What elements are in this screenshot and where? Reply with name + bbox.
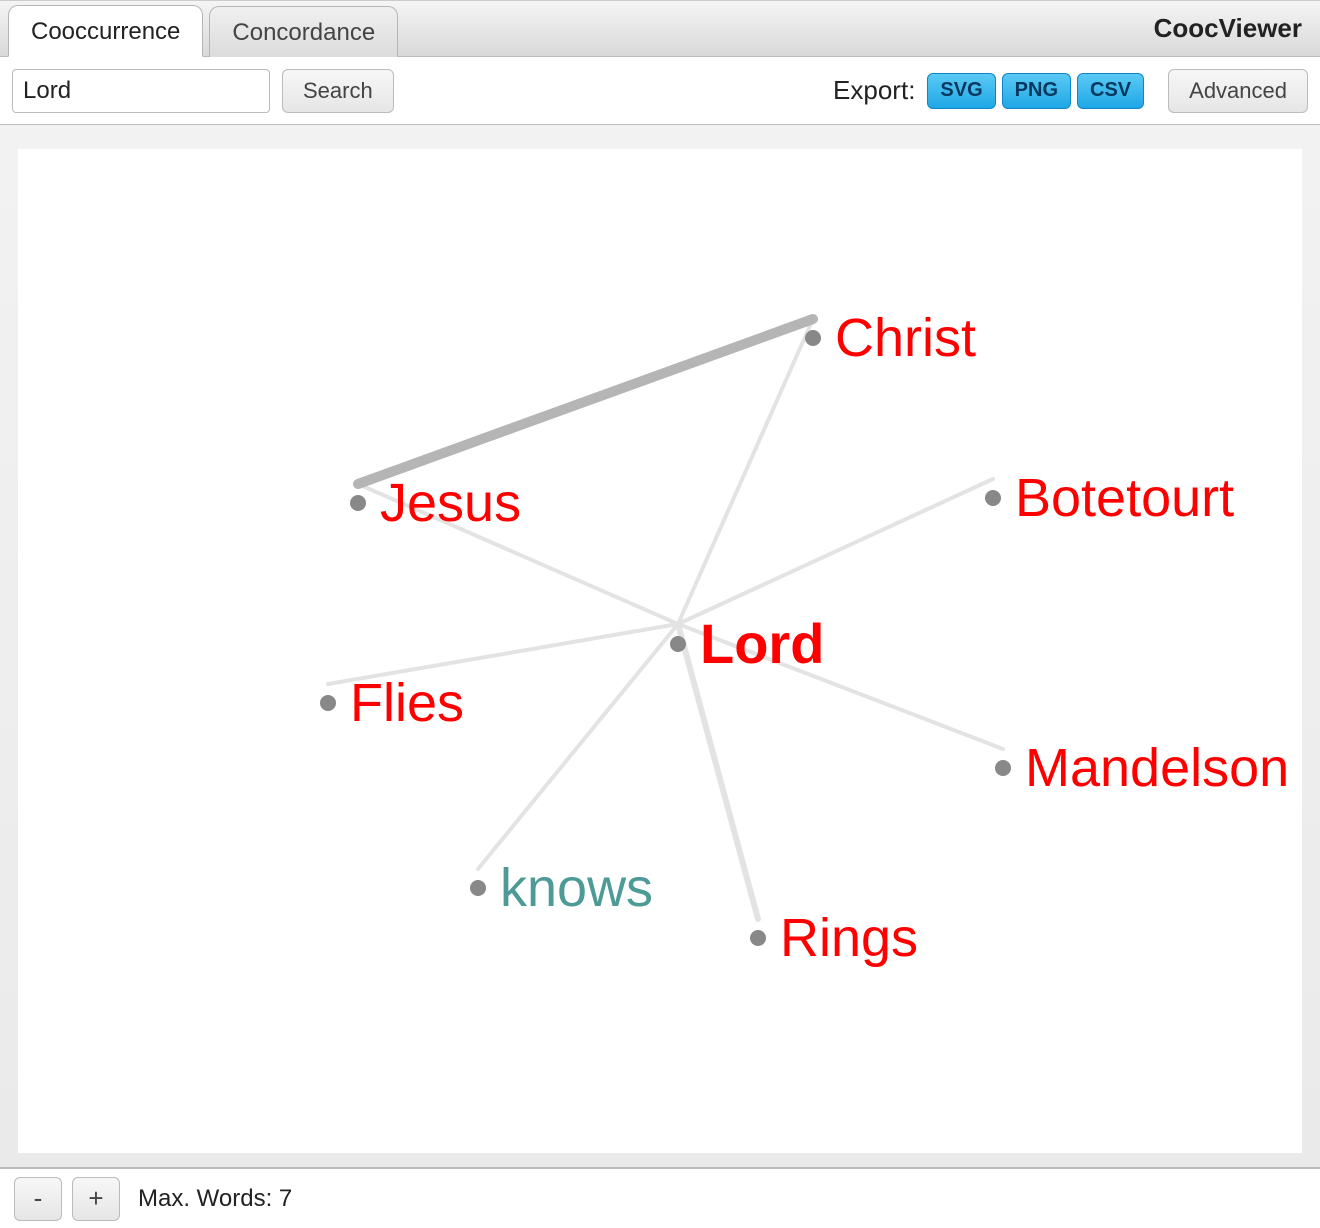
node-dot-icon: [995, 760, 1011, 776]
node-dot-icon: [750, 930, 766, 946]
search-input[interactable]: [12, 69, 270, 113]
export-csv-button[interactable]: CSV: [1077, 73, 1144, 109]
node-dot-icon: [670, 636, 686, 652]
export-svg-button[interactable]: SVG: [927, 73, 995, 109]
node-dot-icon: [320, 695, 336, 711]
graph-edge: [678, 479, 993, 624]
graph-node-jesus[interactable]: Jesus: [350, 476, 521, 530]
node-dot-icon: [985, 490, 1001, 506]
node-label: Christ: [835, 311, 976, 365]
graph-edge: [478, 624, 678, 869]
node-dot-icon: [350, 495, 366, 511]
node-label: knows: [500, 861, 653, 915]
node-dot-icon: [470, 880, 486, 896]
graph-node-rings[interactable]: Rings: [750, 911, 918, 965]
graph-node-knows[interactable]: knows: [470, 861, 653, 915]
max-words-label: Max. Words: 7: [138, 1185, 292, 1213]
node-label: Mandelson: [1025, 741, 1289, 795]
stage-wrap: Lord Christ Jesus Botetourt Flies Mandelson kn…: [0, 125, 1320, 1168]
tab-cooccurrence[interactable]: Cooccurrence: [8, 5, 203, 57]
app-root: Cooccurrence Concordance CoocViewer Sear…: [0, 0, 1320, 1228]
graph-edge: [358, 319, 813, 484]
graph-node-flies[interactable]: Flies: [320, 676, 464, 730]
export-png-button[interactable]: PNG: [1002, 73, 1071, 109]
graph-node-botetourt[interactable]: Botetourt: [985, 471, 1234, 525]
decrease-words-button[interactable]: -: [14, 1177, 62, 1221]
node-dot-icon: [805, 330, 821, 346]
node-label: Jesus: [380, 476, 521, 530]
app-brand: CoocViewer: [1154, 13, 1302, 44]
tab-bar: Cooccurrence Concordance CoocViewer: [0, 0, 1320, 57]
graph-node-lord[interactable]: Lord: [670, 616, 824, 672]
node-label: Rings: [780, 911, 918, 965]
node-label: Lord: [700, 616, 824, 672]
node-label: Flies: [350, 676, 464, 730]
graph-node-christ[interactable]: Christ: [805, 311, 976, 365]
graph-edges: [18, 149, 1302, 1153]
toolbar: Search Export: SVG PNG CSV Advanced: [0, 57, 1320, 125]
footer-bar: - + Max. Words: 7: [0, 1168, 1320, 1228]
increase-words-button[interactable]: +: [72, 1177, 120, 1221]
graph-canvas[interactable]: Lord Christ Jesus Botetourt Flies Mandelson kn…: [18, 149, 1302, 1153]
graph-node-mandelson[interactable]: Mandelson: [995, 741, 1289, 795]
tab-concordance[interactable]: Concordance: [209, 6, 398, 57]
search-button[interactable]: Search: [282, 69, 394, 113]
advanced-button[interactable]: Advanced: [1168, 69, 1308, 113]
node-label: Botetourt: [1015, 471, 1234, 525]
export-label: Export:: [833, 75, 915, 106]
